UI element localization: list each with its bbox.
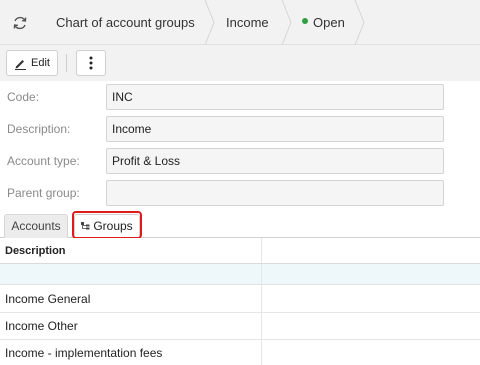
code-field[interactable]: INC <box>106 84 444 110</box>
description-row: Description: Income <box>0 116 480 142</box>
account-type-row: Account type: Profit & Loss <box>0 148 480 174</box>
breadcrumb-root-link[interactable]: Chart of account groups <box>56 0 195 45</box>
table-cell-empty <box>262 313 480 339</box>
table-row[interactable]: Income - implementation fees <box>0 340 480 365</box>
edit-button[interactable]: Edit <box>6 50 58 76</box>
table-row[interactable]: Income General <box>0 285 480 313</box>
description-label: Description: <box>7 122 71 136</box>
grid-filter-row[interactable] <box>0 264 480 285</box>
tab-accounts[interactable]: Accounts <box>4 214 68 238</box>
grid-header-row: Description <box>0 238 480 264</box>
filter-cell-empty[interactable] <box>262 264 480 284</box>
tree-icon <box>81 221 90 230</box>
edit-button-label: Edit <box>31 57 50 69</box>
table-cell-description: Income - implementation fees <box>0 340 262 365</box>
toolbar-divider <box>66 54 67 72</box>
account-type-field[interactable]: Profit & Loss <box>106 148 444 174</box>
breadcrumb-separator <box>281 0 293 45</box>
table-cell-empty <box>262 285 480 312</box>
description-field[interactable]: Income <box>106 116 444 142</box>
column-header-description[interactable]: Description <box>0 238 262 263</box>
table-row[interactable]: Income Other <box>0 313 480 340</box>
column-header-empty <box>262 238 480 263</box>
status-dot-icon <box>302 18 308 24</box>
parent-group-row: Parent group: <box>0 180 480 206</box>
refresh-icon[interactable] <box>8 11 32 35</box>
pencil-icon <box>15 59 27 70</box>
tab-groups-label: Groups <box>93 219 133 233</box>
table-cell-empty <box>262 340 480 365</box>
tab-groups[interactable]: Groups <box>74 214 140 238</box>
breadcrumb-current: Income <box>226 15 269 30</box>
tab-accounts-label: Accounts <box>11 219 61 233</box>
more-options-button[interactable] <box>76 50 106 76</box>
table-cell-description: Income General <box>0 285 262 312</box>
parent-group-field[interactable] <box>106 180 444 206</box>
breadcrumb-separator <box>204 0 216 45</box>
breadcrumb: Chart of account groups Income Open <box>0 0 480 45</box>
breadcrumb-separator <box>354 0 366 45</box>
parent-group-label: Parent group: <box>7 186 80 200</box>
account-type-label: Account type: <box>7 154 80 168</box>
code-row: Code: INC <box>0 84 480 110</box>
table-cell-description: Income Other <box>0 313 262 339</box>
filter-cell-description[interactable] <box>0 264 262 284</box>
status-badge: Open <box>302 0 345 45</box>
vertical-ellipsis-icon <box>89 56 93 70</box>
code-label: Code: <box>7 90 40 104</box>
tab-strip: Accounts Groups <box>0 212 480 238</box>
status-label: Open <box>313 15 345 30</box>
toolbar: Edit <box>0 45 480 81</box>
groups-grid: Description Income General Income Other … <box>0 238 480 365</box>
